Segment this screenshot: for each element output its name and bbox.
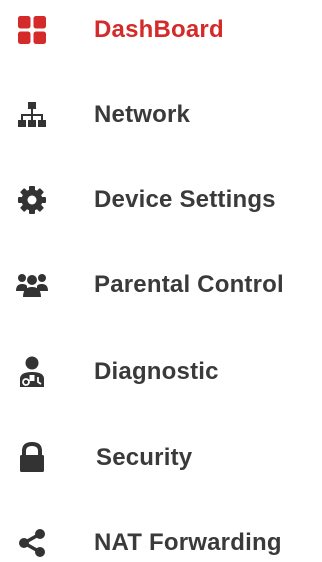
menu-item-label: DashBoard: [94, 16, 224, 43]
sidebar-menu: DashBoard Network Device Settings Parent…: [0, 0, 322, 562]
menu-item-label: NAT Forwarding: [94, 529, 282, 556]
gear-icon: [12, 180, 52, 220]
doctor-icon: [12, 352, 52, 392]
share-icon: [12, 523, 52, 562]
user-group-icon: [12, 265, 52, 305]
menu-item-nat-forwarding[interactable]: NAT Forwarding: [0, 513, 322, 562]
menu-item-diagnostic[interactable]: Diagnostic: [0, 342, 322, 402]
menu-item-dashboard[interactable]: DashBoard: [0, 0, 322, 60]
menu-item-label: Diagnostic: [94, 358, 219, 385]
network-topology-icon: [12, 95, 52, 135]
menu-item-network[interactable]: Network: [0, 85, 322, 145]
menu-item-label: Parental Control: [94, 271, 284, 298]
menu-item-label: Device Settings: [94, 186, 276, 213]
menu-item-security[interactable]: Security: [0, 428, 322, 488]
menu-item-parental-control[interactable]: Parental Control: [0, 255, 322, 315]
dashboard-grid-icon: [12, 10, 52, 50]
menu-item-device-settings[interactable]: Device Settings: [0, 170, 322, 230]
menu-item-label: Security: [96, 444, 193, 471]
lock-icon: [12, 438, 52, 478]
menu-item-label: Network: [94, 101, 191, 128]
